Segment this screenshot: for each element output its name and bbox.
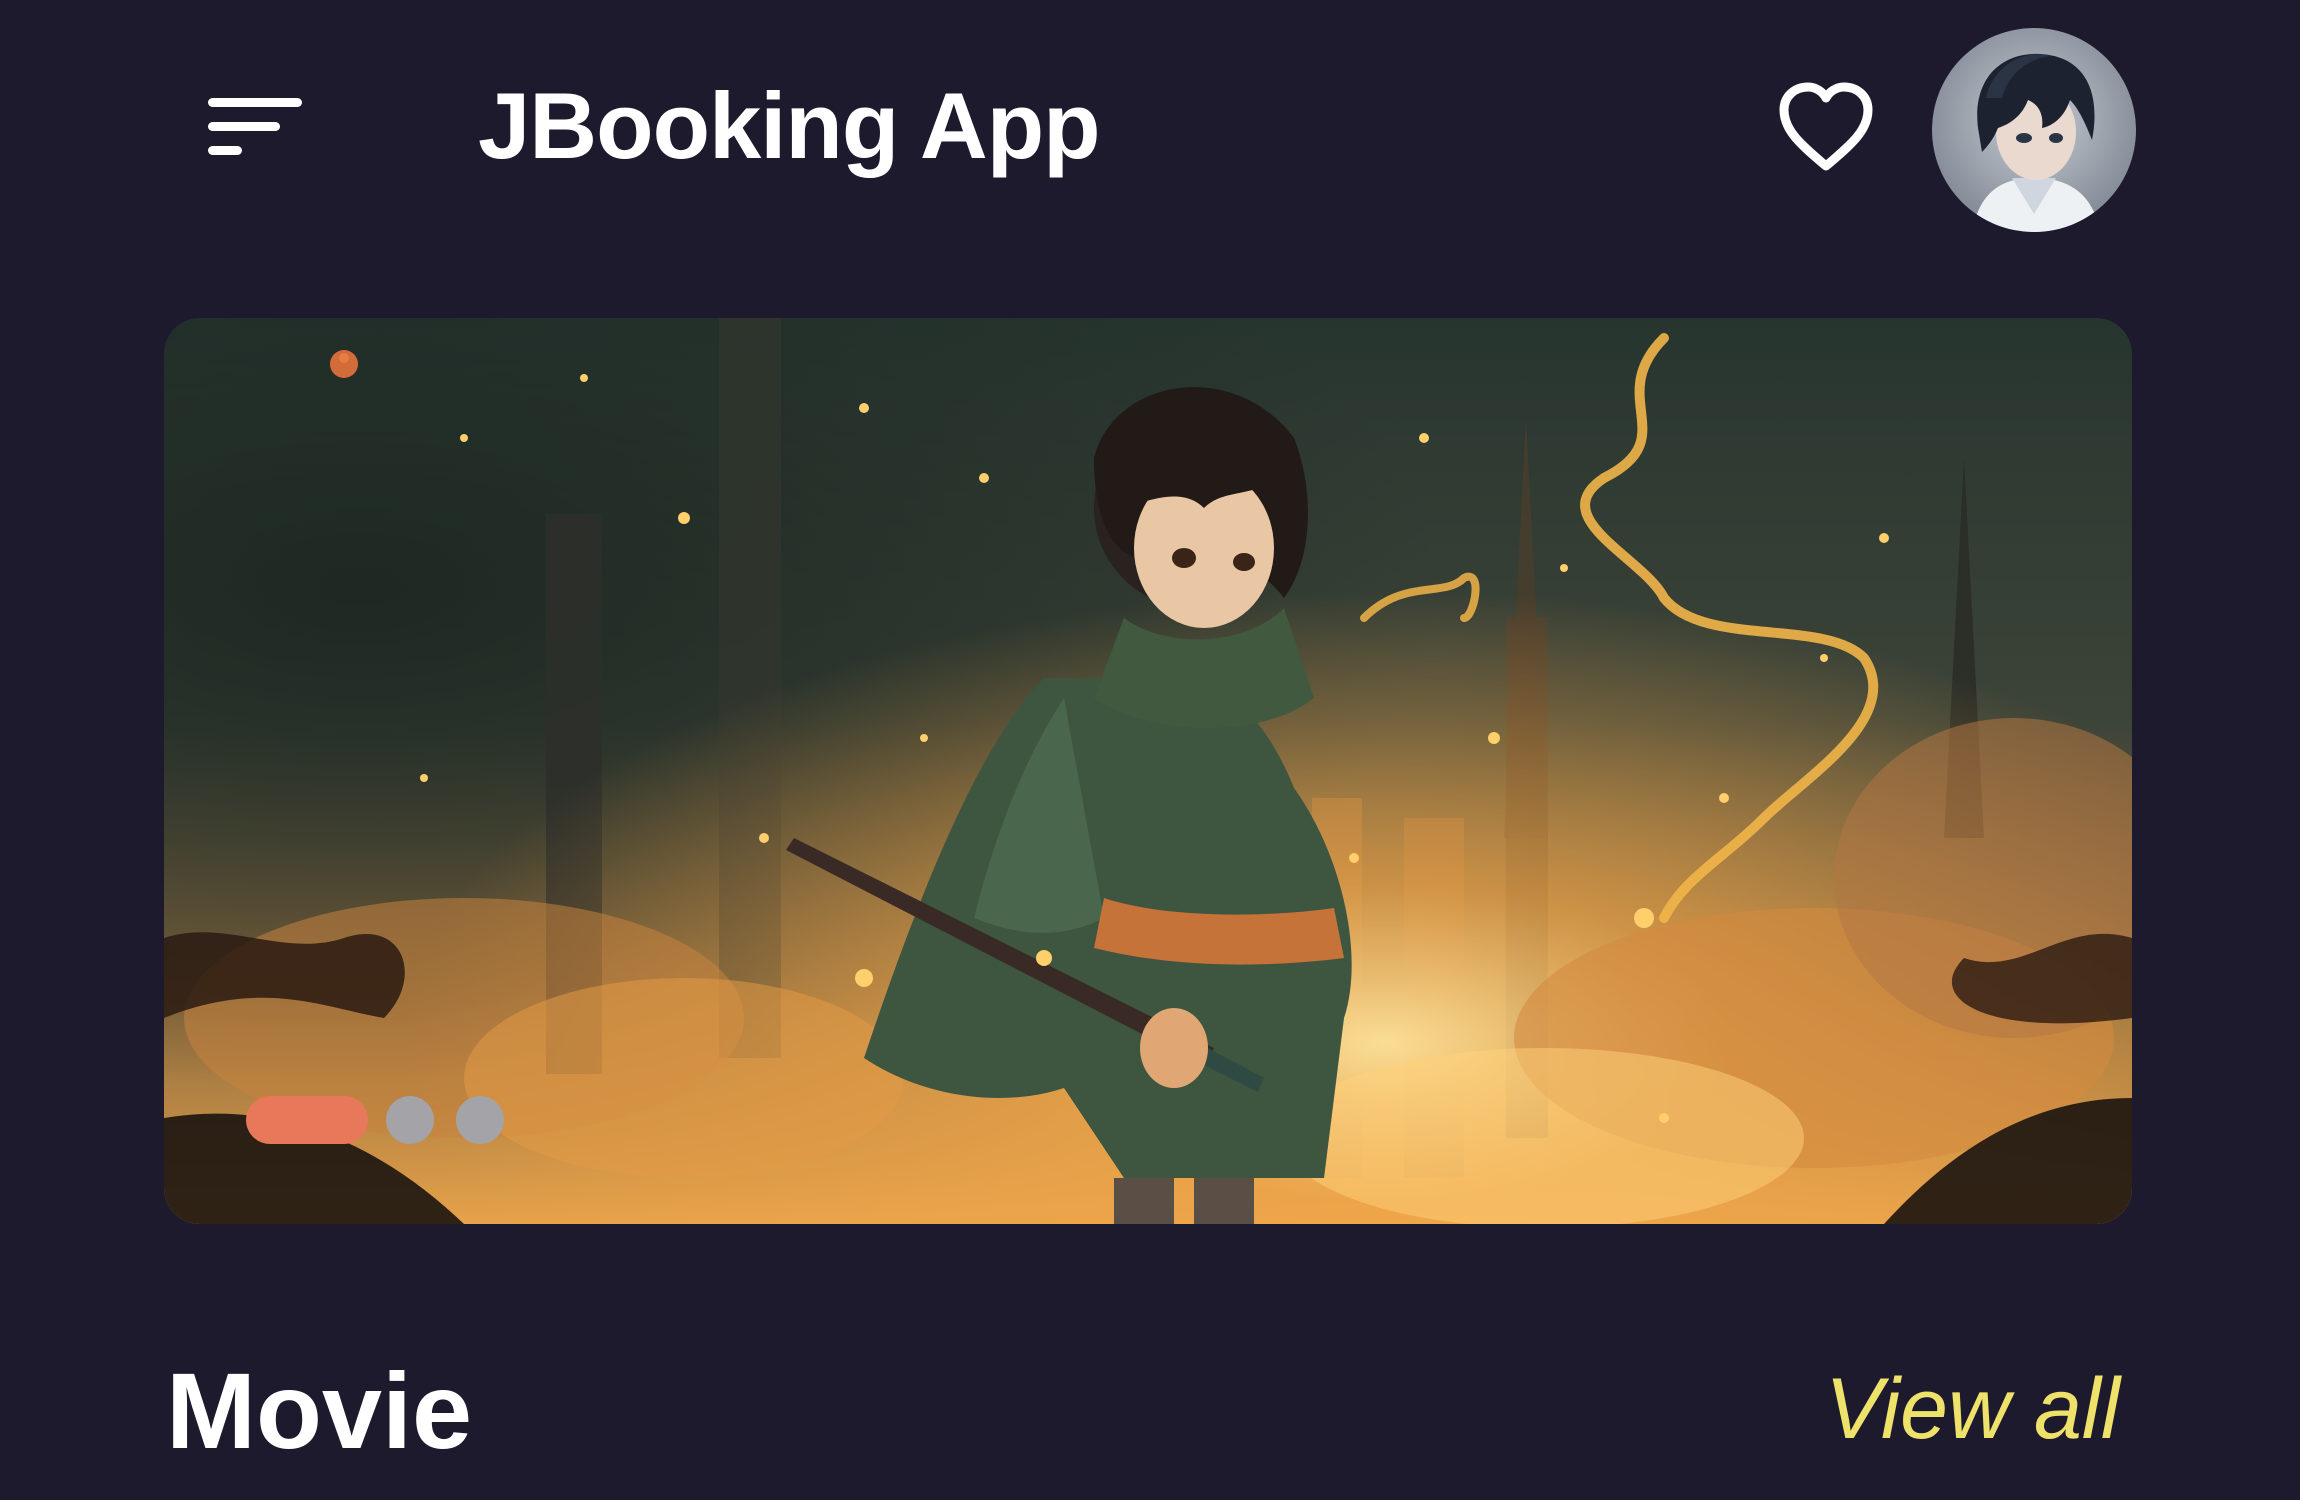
menu-button[interactable]	[208, 96, 304, 160]
app-title: JBooking App	[478, 73, 1101, 178]
avatar-image	[1932, 28, 2136, 232]
carousel-dot-active[interactable]	[246, 1096, 368, 1144]
banner-image	[164, 318, 2132, 1224]
menu-line	[208, 122, 280, 131]
avatar[interactable]	[1932, 28, 2136, 232]
heart-icon	[1779, 82, 1873, 171]
view-all-link[interactable]: View all	[1825, 1360, 2120, 1459]
carousel-dot[interactable]	[386, 1096, 434, 1144]
menu-line	[208, 146, 242, 155]
section-title: Movie	[166, 1350, 473, 1471]
favorites-button[interactable]	[1778, 82, 1874, 172]
home-screen: JBooking App Movie View all	[0, 0, 2300, 1500]
menu-line	[208, 98, 302, 107]
carousel-dot[interactable]	[456, 1096, 504, 1144]
featured-banner[interactable]	[164, 318, 2132, 1224]
